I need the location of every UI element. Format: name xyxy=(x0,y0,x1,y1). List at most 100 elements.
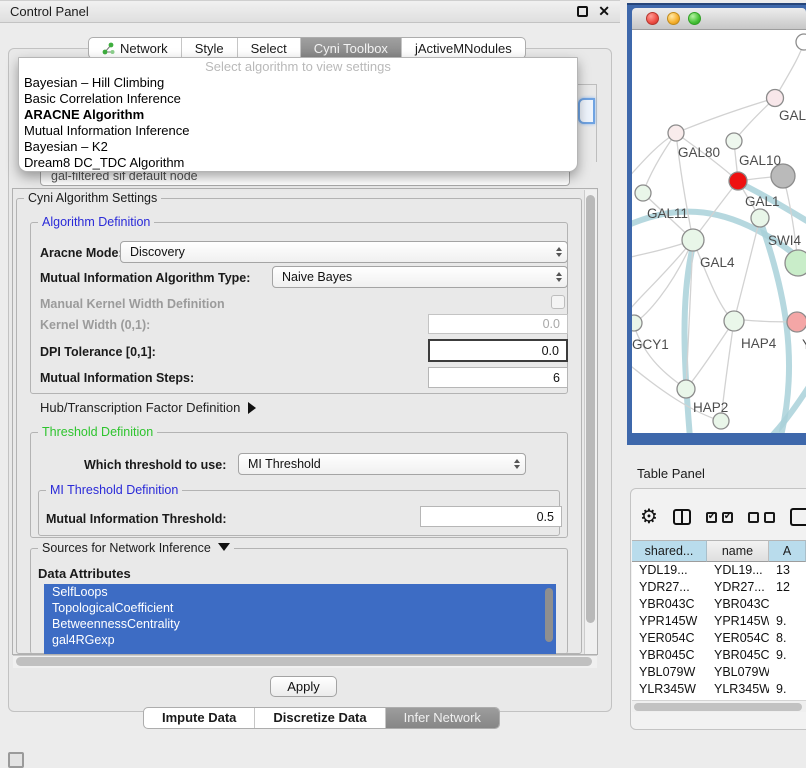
network-node-gcy1[interactable] xyxy=(632,315,642,331)
table-icon[interactable] xyxy=(790,508,806,526)
which-threshold-combo[interactable]: MI Threshold xyxy=(238,453,526,475)
column-header[interactable]: A xyxy=(769,540,806,562)
mi-threshold-label: Mutual Information Threshold: xyxy=(46,512,227,526)
table-horizontal-scrollbar[interactable] xyxy=(632,700,806,712)
table-cell: YLR345W xyxy=(707,681,769,698)
manual-kernel-checkbox[interactable] xyxy=(551,295,565,309)
control-panel-title: Control Panel xyxy=(10,4,89,19)
network-node[interactable] xyxy=(713,413,729,429)
data-attributes-label: Data Attributes xyxy=(38,566,131,581)
table-row[interactable]: YBR043CYBR043C xyxy=(632,596,806,613)
algorithm-option[interactable]: Bayesian – K2 xyxy=(19,139,577,155)
apply-button[interactable]: Apply xyxy=(270,676,337,697)
column-header[interactable]: shared... xyxy=(632,540,707,562)
tab-select[interactable]: Select xyxy=(238,38,301,58)
node-table-header: shared...nameA xyxy=(632,540,806,562)
tab-style[interactable]: Style xyxy=(182,38,238,58)
gear-icon[interactable]: ⚙ xyxy=(640,507,658,527)
network-node-gal10[interactable] xyxy=(726,133,742,149)
network-view-canvas[interactable]: GALGAL80GAL10GAL1GAL11SWI4GAL4GCY1HAP4YH… xyxy=(632,30,806,433)
table-cell: 9. xyxy=(769,681,806,698)
network-node-hap2[interactable] xyxy=(677,380,695,398)
table-row[interactable]: YER054CYER054C8. xyxy=(632,630,806,647)
hub-section-toggle[interactable]: Hub/Transcription Factor Definition xyxy=(40,400,256,415)
aracne-mode-combo[interactable]: Discovery xyxy=(120,241,568,263)
algorithm-option[interactable]: Mutual Information Inference xyxy=(19,123,577,139)
checkbox-checked-pair-icon[interactable] xyxy=(706,512,733,523)
dpi-tolerance-value: 0.0 xyxy=(542,344,559,358)
network-node-gal4[interactable] xyxy=(682,229,704,251)
settings-horizontal-scrollbar-thumb[interactable] xyxy=(16,657,592,666)
table-horizontal-scrollbar-thumb[interactable] xyxy=(634,703,802,711)
network-node-swi4[interactable] xyxy=(751,209,769,227)
aracne-mode-label: Aracne Mode: xyxy=(40,246,123,260)
kernel-width-value: 0.0 xyxy=(543,317,560,331)
bottom-tab-infer-network[interactable]: Infer Network xyxy=(386,708,499,728)
node-label: SWI4 xyxy=(768,233,801,248)
zoom-window-icon[interactable] xyxy=(688,12,701,25)
aracne-mode-value: Discovery xyxy=(130,245,185,259)
mi-threshold-field[interactable]: 0.5 xyxy=(420,506,562,527)
table-cell: YDR27... xyxy=(707,579,769,596)
dpi-tolerance-field[interactable]: 0.0 xyxy=(428,339,568,362)
node-table[interactable]: shared...nameA YDL19...YDL19...13YDR27..… xyxy=(632,540,806,700)
minimize-window-icon[interactable] xyxy=(667,12,680,25)
tab-cyni-toolbox[interactable]: Cyni Toolbox xyxy=(301,38,402,58)
network-node-gal11[interactable] xyxy=(635,185,651,201)
mi-algorithm-type-combo[interactable]: Naive Bayes xyxy=(272,266,568,288)
table-row[interactable]: YDR27...YDR27...12 xyxy=(632,579,806,596)
algorithm-definition-title: Algorithm Definition xyxy=(38,215,154,229)
network-node[interactable] xyxy=(796,34,806,50)
table-row[interactable]: YPR145WYPR145W9. xyxy=(632,613,806,630)
tab-network[interactable]: Network xyxy=(89,38,182,58)
attribute-item[interactable]: BetweennessCentrality xyxy=(44,616,556,632)
kernel-width-label: Kernel Width (0,1): xyxy=(40,318,150,332)
table-row[interactable]: YLR345WYLR345W9. xyxy=(632,681,806,698)
table-cell: 13 xyxy=(769,562,806,579)
table-cell: YBL079W xyxy=(707,664,769,681)
hub-section-label: Hub/Transcription Factor Definition xyxy=(40,400,240,415)
network-node-gal[interactable] xyxy=(767,90,784,107)
expanded-arrow-icon[interactable] xyxy=(218,543,230,551)
close-panel-icon[interactable]: ✕ xyxy=(598,6,610,17)
kernel-width-field[interactable]: 0.0 xyxy=(428,314,568,334)
panel-dock-icon[interactable] xyxy=(8,752,24,768)
list-scrollbar-thumb[interactable] xyxy=(545,588,553,642)
network-node-y[interactable] xyxy=(787,312,806,332)
float-panel-icon[interactable] xyxy=(577,6,588,17)
network-node-hap4[interactable] xyxy=(724,311,744,331)
focused-combo-fragment xyxy=(578,98,595,124)
table-cell: YER054C xyxy=(707,630,769,647)
bottom-tab-impute-data[interactable]: Impute Data xyxy=(144,708,255,728)
table-row[interactable]: YBR045CYBR045C9. xyxy=(632,647,806,664)
dpi-tolerance-label: DPI Tolerance [0,1]: xyxy=(40,345,156,359)
attribute-item[interactable]: gal4RGexp xyxy=(44,632,556,648)
column-header[interactable]: name xyxy=(707,540,769,562)
mi-steps-field[interactable]: 6 xyxy=(428,367,568,388)
algorithm-option[interactable]: Bayesian – Hill Climbing xyxy=(19,75,577,91)
network-node[interactable] xyxy=(785,250,806,276)
tab-jactivemnodules[interactable]: jActiveMNodules xyxy=(402,38,525,58)
network-node-gal1[interactable] xyxy=(729,172,747,190)
network-edge xyxy=(734,218,760,321)
attribute-item[interactable]: SelfLoops xyxy=(44,584,556,600)
algorithm-option[interactable]: Basic Correlation Inference xyxy=(19,91,577,107)
settings-vertical-scrollbar-thumb[interactable] xyxy=(586,195,595,623)
network-node-gal80[interactable] xyxy=(668,125,684,141)
algorithm-option[interactable]: Dream8 DC_TDC Algorithm xyxy=(19,155,577,171)
table-cell: YLR345W xyxy=(632,681,707,698)
network-window-titlebar[interactable] xyxy=(632,8,806,30)
algorithm-dropdown[interactable]: Select algorithm to view settings Bayesi… xyxy=(18,57,578,172)
table-row[interactable]: YDL19...YDL19...13 xyxy=(632,562,806,579)
control-panel-titlebar: Control Panel ✕ xyxy=(0,0,620,23)
checkbox-unchecked-pair-icon[interactable] xyxy=(748,512,775,523)
table-cell: 9. xyxy=(769,647,806,664)
algorithm-option[interactable]: ARACNE Algorithm xyxy=(19,107,577,123)
data-attributes-list[interactable]: SelfLoopsTopologicalCoefficientBetweenne… xyxy=(44,584,556,654)
attribute-item[interactable]: TopologicalCoefficient xyxy=(44,600,556,616)
bottom-tab-discretize-data[interactable]: Discretize Data xyxy=(255,708,385,728)
table-row[interactable]: YBL079WYBL079W xyxy=(632,664,806,681)
close-window-icon[interactable] xyxy=(646,12,659,25)
columns-icon[interactable] xyxy=(673,509,692,525)
bottom-tabbar: Impute DataDiscretize DataInfer Network xyxy=(143,707,500,729)
